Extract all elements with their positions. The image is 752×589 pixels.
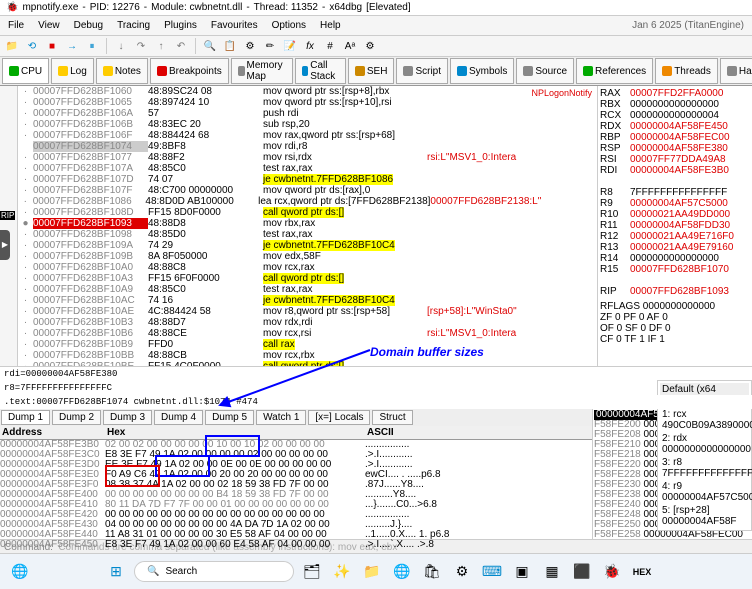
tab-cpu[interactable]: CPU <box>2 58 49 84</box>
flags-line: ZF 0 PF 0 AF 0 <box>600 312 750 323</box>
tab-dump1[interactable]: Dump 1 <box>1 410 50 425</box>
fx-icon[interactable]: fx <box>302 38 318 54</box>
hash-icon[interactable]: # <box>322 38 338 54</box>
search-box[interactable]: 🔍 Search <box>134 561 294 582</box>
tab-script[interactable]: Script <box>396 58 448 84</box>
title-pid: PID: 12276 <box>90 2 140 13</box>
toolbar: 📁 ⟲ ■ → ⏸ ↓ ↷ ↑ ↶ 🔍 📋 ⚙ ✏ 📝 fx # Aᵃ ⚙ <box>0 36 752 57</box>
stepover-icon[interactable]: ↷ <box>133 38 149 54</box>
tab-dump4[interactable]: Dump 4 <box>154 410 203 425</box>
registers-view[interactable]: RAX00007FFD2FFA0000RBX0000000000000000RC… <box>597 86 752 366</box>
tab-callstack[interactable]: Call Stack <box>295 58 346 84</box>
app-icon[interactable]: ▦ <box>540 560 564 584</box>
tab-references[interactable]: References <box>576 58 653 84</box>
title-mod: Module: cwbnetnt.dll <box>151 2 242 13</box>
tab-memmap[interactable]: Memory Map <box>231 58 293 84</box>
tab-dump2[interactable]: Dump 2 <box>52 410 101 425</box>
tab-log[interactable]: Log <box>51 58 94 84</box>
tab-source[interactable]: Source <box>516 58 574 84</box>
stepback-icon[interactable]: ↶ <box>173 38 189 54</box>
task-icon[interactable]: 🗂 <box>300 560 324 584</box>
stop-icon[interactable]: ■ <box>44 38 60 54</box>
menu-bar: File View Debug Tracing Plugins Favourit… <box>0 16 752 36</box>
settings-icon[interactable]: ⚙ <box>362 38 378 54</box>
start-icon[interactable]: ⊞ <box>104 560 128 584</box>
stepinto-icon[interactable]: ↓ <box>113 38 129 54</box>
tab-seh[interactable]: SEH <box>348 58 395 84</box>
tool-icon[interactable]: 📝 <box>282 38 298 54</box>
panel-tabs: CPU Log Notes Breakpoints Memory Map Cal… <box>0 57 752 86</box>
vscode-icon[interactable]: ⌨ <box>480 560 504 584</box>
side-expand[interactable]: ▶ <box>0 230 10 260</box>
menu-debug[interactable]: Debug <box>68 18 109 33</box>
menu-date: Jan 6 2025 (TitanEngine) <box>626 18 750 33</box>
title-elev: [Elevated] <box>366 2 410 13</box>
tab-struct[interactable]: Struct <box>372 410 412 425</box>
flags-line: OF 0 SF 0 DF 0 <box>600 323 750 334</box>
domain-box <box>205 435 260 457</box>
terminal-icon[interactable]: ▣ <box>510 560 534 584</box>
explorer-icon[interactable]: 📁 <box>360 560 384 584</box>
edge-icon[interactable]: 🌐 <box>8 560 32 584</box>
edge2-icon[interactable]: 🌐 <box>390 560 414 584</box>
x64dbg-icon[interactable]: 🐞 <box>600 560 624 584</box>
tab-dump3[interactable]: Dump 3 <box>103 410 152 425</box>
pass-box <box>105 465 160 487</box>
title-thr: Thread: 11352 <box>254 2 318 13</box>
menu-plugins[interactable]: Plugins <box>158 18 203 33</box>
settings-icon[interactable]: ⚙ <box>450 560 474 584</box>
tab-threads[interactable]: Threads <box>655 58 718 84</box>
restart-icon[interactable]: ⟲ <box>24 38 40 54</box>
menu-options[interactable]: Options <box>266 18 312 33</box>
dump-panel[interactable]: Dump 1 Dump 2 Dump 3 Dump 4 Dump 5 Watch… <box>0 409 592 539</box>
tool-icon[interactable]: 🔍 <box>202 38 218 54</box>
tab-watch[interactable]: Watch 1 <box>256 410 306 425</box>
pause-icon[interactable]: ⏸ <box>84 38 100 54</box>
menu-help[interactable]: Help <box>314 18 347 33</box>
title-arch: x64dbg <box>329 2 362 13</box>
menu-file[interactable]: File <box>2 18 30 33</box>
tab-symbols[interactable]: Symbols <box>450 58 514 84</box>
tool-icon[interactable]: ⚙ <box>242 38 258 54</box>
gutter: RIP <box>0 86 18 366</box>
tab-notes[interactable]: Notes <box>96 58 148 84</box>
disasm-view[interactable]: NPLogonNotify ·00007FFD628BF106048:89SC2… <box>18 86 597 366</box>
font-icon[interactable]: Aᵃ <box>342 38 358 54</box>
rflags-line: RFLAGS 0000000000000 <box>600 301 750 312</box>
title-exe: mpnotify.exe <box>22 2 78 13</box>
rip-badge: RIP <box>0 211 15 220</box>
nplogon-label: NPLogonNotify <box>531 88 592 99</box>
taskbar: 🌐 ⊞ 🔍 Search 🗂 ✨ 📁 🌐 🛍 ⚙ ⌨ ▣ ▦ ⬛ 🐞 HEX <box>0 553 752 589</box>
tool-icon[interactable]: 📋 <box>222 38 238 54</box>
annot-domain: Domain buffer sizes <box>370 345 484 359</box>
tab-locals[interactable]: [x=] Locals <box>308 410 370 425</box>
open-icon[interactable]: 📁 <box>4 38 20 54</box>
flags-line: CF 0 TF 1 IF 1 <box>600 334 750 345</box>
menu-tracing[interactable]: Tracing <box>111 18 156 33</box>
tab-han[interactable]: Han <box>720 58 752 84</box>
stepout-icon[interactable]: ↑ <box>153 38 169 54</box>
user-box <box>155 455 210 477</box>
hex-icon[interactable]: HEX <box>630 560 654 584</box>
cmd-icon[interactable]: ⬛ <box>570 560 594 584</box>
tool-icon[interactable]: ✏ <box>262 38 278 54</box>
tab-dump5[interactable]: Dump 5 <box>205 410 254 425</box>
store-icon[interactable]: 🛍 <box>420 560 444 584</box>
tab-breakpoints[interactable]: Breakpoints <box>150 58 229 84</box>
app-icon: 🐞 <box>6 2 18 13</box>
menu-favourites[interactable]: Favourites <box>205 18 264 33</box>
copilot-icon[interactable]: ✨ <box>330 560 354 584</box>
menu-view[interactable]: View <box>32 18 66 33</box>
run-icon[interactable]: → <box>64 38 80 54</box>
